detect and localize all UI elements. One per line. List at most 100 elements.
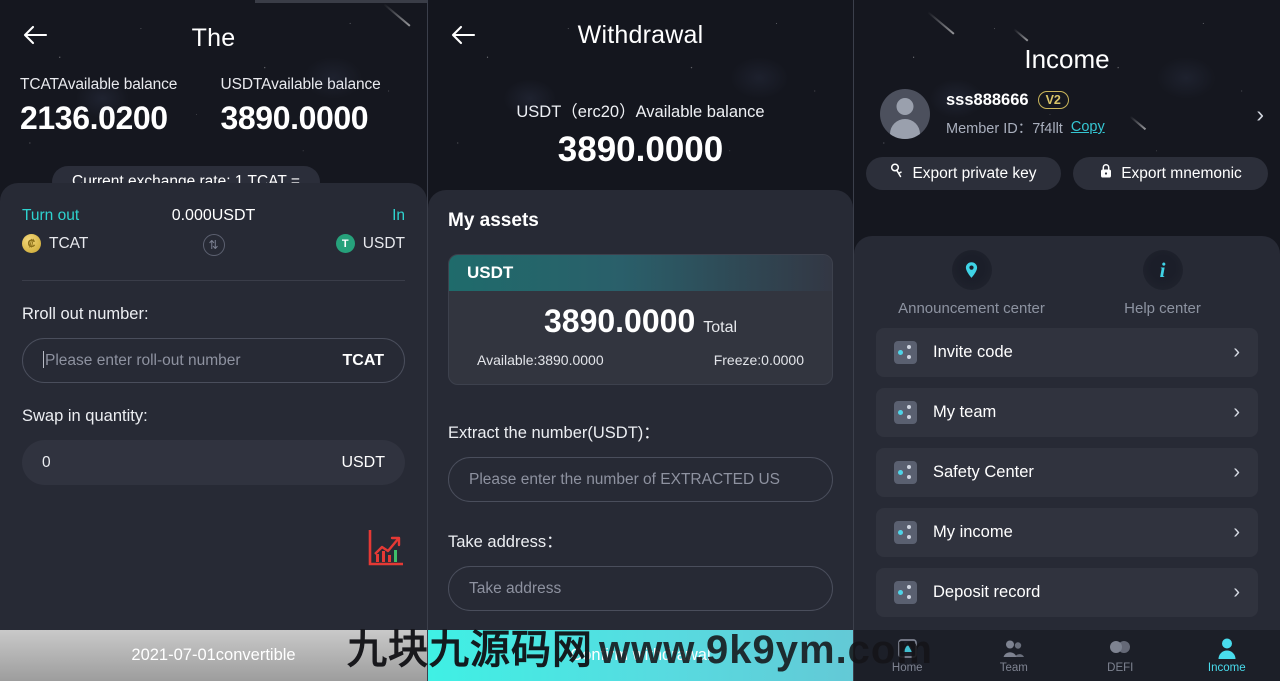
export-mnemonic-button[interactable]: Export mnemonic xyxy=(1073,157,1268,190)
balance-row: TCATAvailable balance 2136.0200 USDTAvai… xyxy=(0,76,427,137)
location-pin-icon xyxy=(951,250,992,290)
swap-amount: 0.000USDT xyxy=(171,207,256,224)
income-person-icon xyxy=(1174,637,1280,659)
copy-member-id-link[interactable]: Copy xyxy=(1071,119,1105,135)
panel1-header: The xyxy=(0,0,427,72)
panel-withdrawal: Withdrawal USDT（erc20）Available balance … xyxy=(427,0,853,681)
menu-item-label: Invite code xyxy=(933,343,1013,361)
chevron-right-icon: › xyxy=(1233,341,1240,363)
swap-header: Turn out ₡ TCAT 0.000USDT ⇅ In T USDT xyxy=(22,207,405,256)
asset-freeze: Freeze:0.0000 xyxy=(713,352,804,368)
share-nodes-icon xyxy=(894,401,917,424)
chevron-right-icon: › xyxy=(1233,521,1240,543)
user-profile-row[interactable]: sss888666 V2 Member ID：7f4llt Copy › xyxy=(854,89,1280,139)
asset-name: USDT xyxy=(449,255,832,291)
tab-label: Home xyxy=(891,662,923,674)
balance-usdt: USDTAvailable balance 3890.0000 xyxy=(207,76,408,137)
panel-exchange: The TCATAvailable balance 2136.0200 USDT… xyxy=(0,0,427,681)
balance-label: TCATAvailable balance xyxy=(20,76,178,93)
tab-label: DEFI xyxy=(1107,662,1134,674)
balance-value: 2136.0200 xyxy=(20,100,168,136)
user-name: sss888666 xyxy=(946,90,1029,109)
coin-name: USDT xyxy=(362,234,405,252)
lock-icon xyxy=(1099,163,1113,184)
swap-out-side[interactable]: Turn out ₡ TCAT xyxy=(22,207,132,253)
divider xyxy=(22,280,405,281)
exchange-card: Turn out ₡ TCAT 0.000USDT ⇅ In T USDT Rr… xyxy=(0,183,427,630)
quick-links-row: Announcement center i Help center xyxy=(876,250,1258,317)
info-icon: i xyxy=(1142,250,1183,290)
chevron-right-icon: › xyxy=(1233,581,1240,603)
page-title: The xyxy=(191,24,236,52)
vip-level-badge: V2 xyxy=(1037,91,1069,109)
menu-item-my-team[interactable]: My team › xyxy=(876,388,1258,437)
user-info: sss888666 V2 Member ID：7f4llt Copy xyxy=(946,91,1105,138)
swap-middle: 0.000USDT ⇅ xyxy=(132,207,295,256)
asset-available: Available:3890.0000 xyxy=(477,352,604,368)
swap-in-label: In xyxy=(392,207,405,224)
menu-item-label: My income xyxy=(933,523,1013,541)
panel2-header: Withdrawal xyxy=(428,0,853,72)
chevron-right-icon[interactable]: › xyxy=(1256,101,1264,128)
defi-icon xyxy=(1067,637,1174,659)
menu-item-invite-code[interactable]: Invite code › xyxy=(876,328,1258,377)
export-private-key-button[interactable]: Export private key xyxy=(866,157,1061,190)
extract-input[interactable]: Please enter the number of EXTRACTED US xyxy=(448,457,833,502)
my-assets-title: My assets xyxy=(448,210,539,231)
help-center-link[interactable]: i Help center xyxy=(1067,250,1258,317)
menu-item-label: Safety Center xyxy=(933,463,1034,481)
swap-circle-icon[interactable]: ⇅ xyxy=(202,234,225,256)
swap-in-side[interactable]: In T USDT xyxy=(295,207,405,253)
member-id-line: Member ID：7f4llt Copy xyxy=(946,117,1105,138)
page-title: Withdrawal xyxy=(577,21,704,49)
tab-team[interactable]: Team xyxy=(961,637,1068,674)
income-menu-card: Announcement center i Help center Invite… xyxy=(854,236,1280,630)
tab-defi[interactable]: DEFI xyxy=(1067,637,1174,674)
menu-item-safety-center[interactable]: Safety Center › xyxy=(876,448,1258,497)
home-icon xyxy=(854,637,961,659)
rollout-placeholder: Please enter roll-out number xyxy=(43,351,241,369)
share-nodes-icon xyxy=(894,461,917,484)
extract-label: Extract the number(USDT)： xyxy=(448,424,660,442)
tab-income[interactable]: Income xyxy=(1174,637,1280,674)
menu-item-my-income[interactable]: My income › xyxy=(876,508,1258,557)
address-placeholder: Take address xyxy=(469,579,562,597)
share-nodes-icon xyxy=(894,521,917,544)
tab-home[interactable]: Home xyxy=(854,637,961,674)
page-title: Income xyxy=(1024,44,1110,74)
convertible-button[interactable]: 2021-07-01convertible xyxy=(0,630,427,681)
confirm-withdrawal-button[interactable]: Confirm withdrawal xyxy=(428,630,853,681)
meteor-decoration xyxy=(1013,28,1029,42)
balance-value: 3890.0000 xyxy=(220,100,369,136)
my-assets-card: My assets USDT 3890.0000 Total Available:… xyxy=(428,190,853,630)
chevron-right-icon: › xyxy=(1233,401,1240,423)
share-nodes-icon xyxy=(894,581,917,604)
tab-label: Income xyxy=(1207,662,1246,674)
asset-total-row: 3890.0000 Total xyxy=(449,291,832,346)
export-mnemonic-label: Export mnemonic xyxy=(1121,164,1242,182)
team-icon xyxy=(961,637,1068,659)
withdraw-balance: 3890.0000 xyxy=(557,130,724,169)
withdraw-subtitle: USDT（erc20）Available balance xyxy=(516,103,765,121)
address-input[interactable]: Take address xyxy=(448,566,833,611)
asset-card-usdt[interactable]: USDT 3890.0000 Total Available:3890.0000 … xyxy=(448,254,833,385)
announcement-center-link[interactable]: Announcement center xyxy=(876,250,1067,317)
chevron-right-icon: › xyxy=(1233,461,1240,483)
screenshot-stage: The TCATAvailable balance 2136.0200 USDT… xyxy=(0,0,1280,681)
tcat-coin-icon: ₡ xyxy=(22,234,41,253)
tab-label: Team xyxy=(999,662,1028,674)
swap-out-label: Turn out xyxy=(22,207,80,224)
swapin-label: Swap in quantity: xyxy=(22,407,148,425)
swap-in-coin: T USDT xyxy=(295,234,405,253)
meteor-decoration xyxy=(927,11,955,35)
menu-item-label: My team xyxy=(933,403,997,421)
swapin-input[interactable]: 0 USDT xyxy=(22,440,405,485)
rollout-label: Rroll out number: xyxy=(22,305,149,323)
balance-label: USDTAvailable balance xyxy=(220,76,381,93)
menu-item-deposit-record[interactable]: Deposit record › xyxy=(876,568,1258,617)
rollout-input[interactable]: Please enter roll-out number TCAT xyxy=(22,338,405,383)
member-id-label: Member ID：7f4llt xyxy=(946,120,1063,137)
growth-chart-icon[interactable] xyxy=(367,528,405,573)
balance-tcat: TCATAvailable balance 2136.0200 xyxy=(20,76,207,137)
asset-foot: Available:3890.0000 Freeze:0.0000 xyxy=(449,346,832,384)
